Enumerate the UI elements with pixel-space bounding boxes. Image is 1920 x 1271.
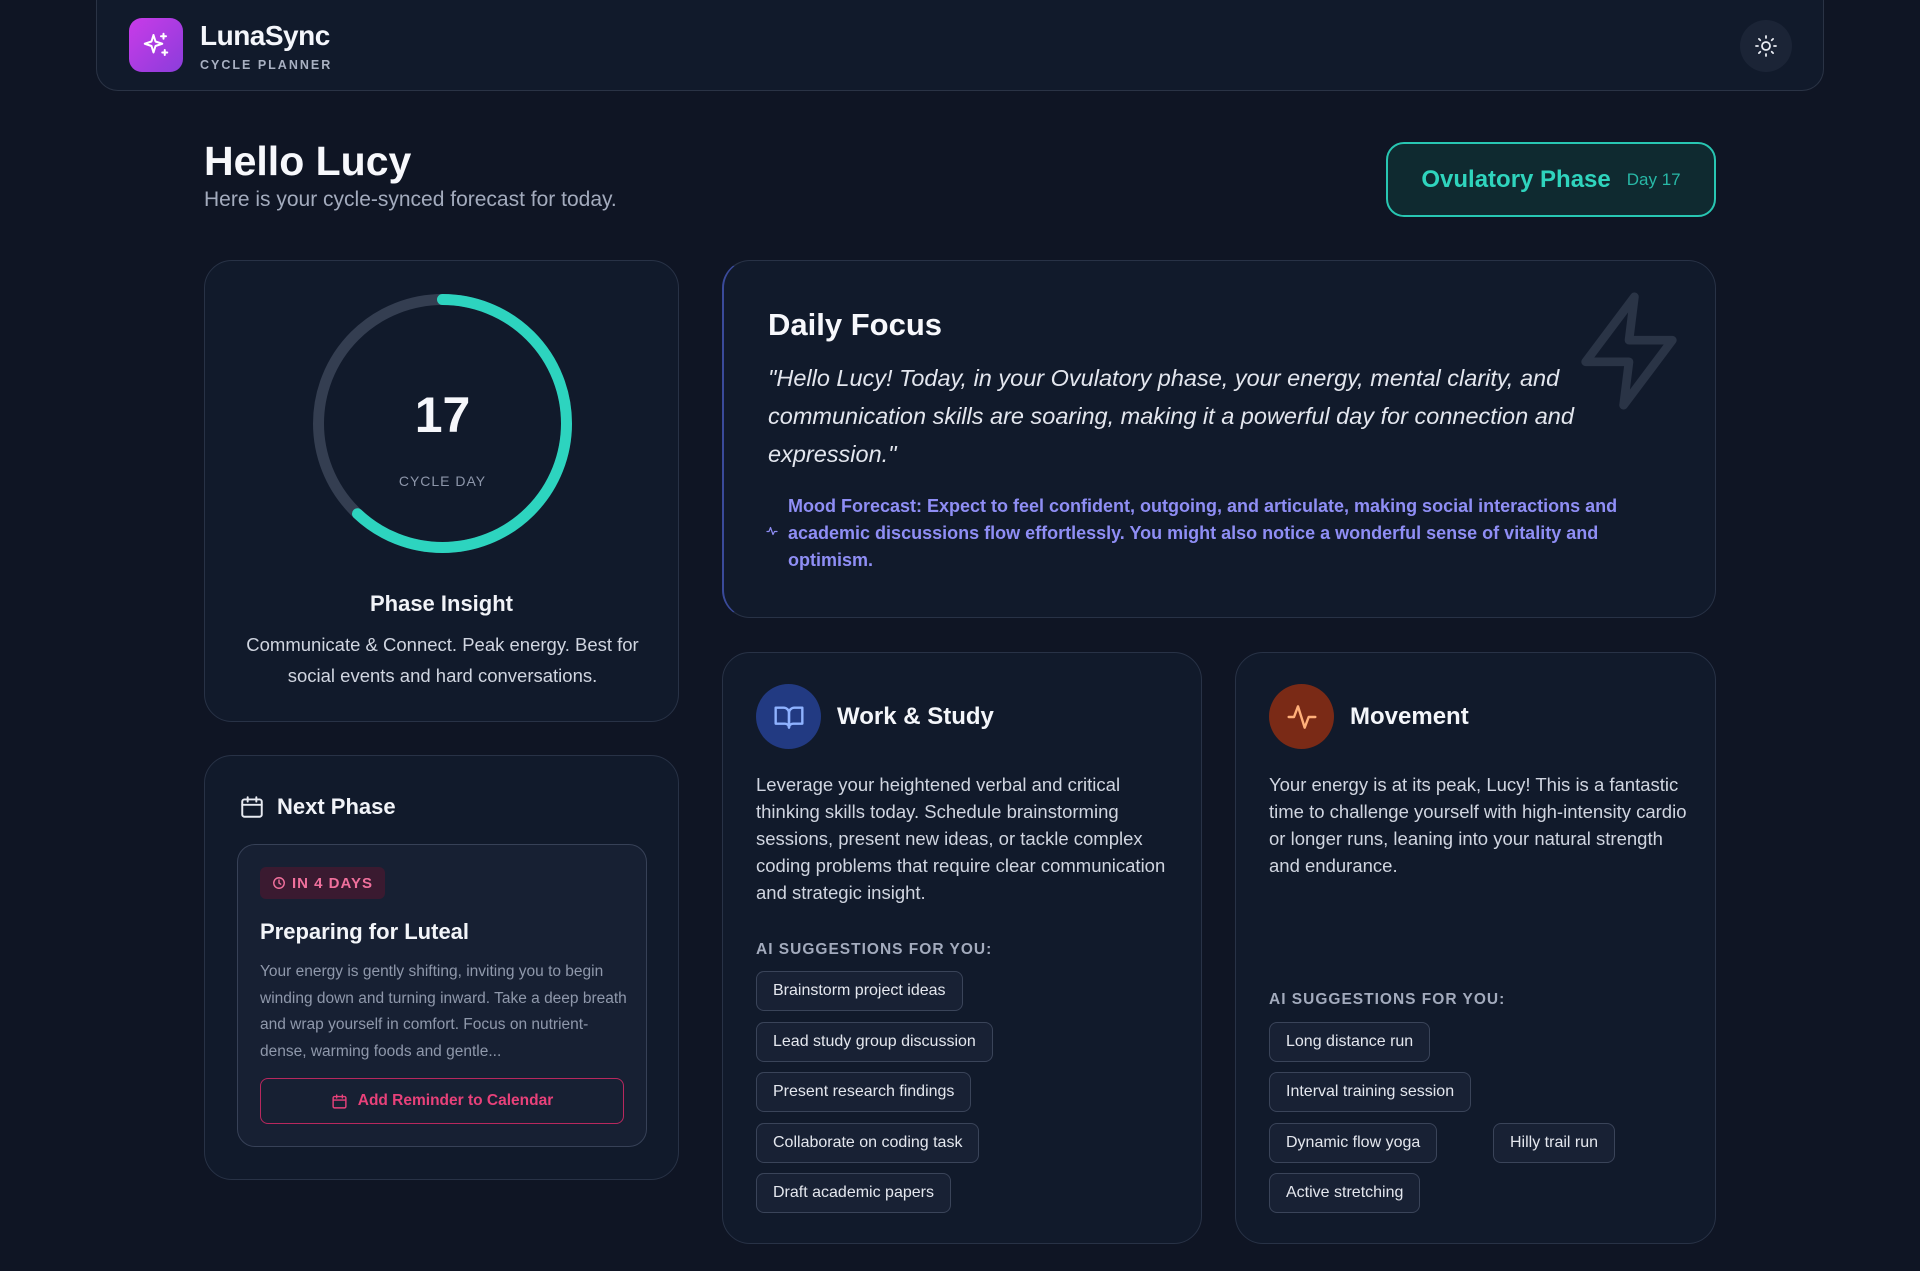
pulse-icon [1269,684,1334,749]
clock-icon [273,877,285,889]
movement-suggestion-chip[interactable]: Active stretching [1269,1173,1421,1213]
calendar-icon [241,796,263,818]
cycle-day-number: 17 [414,387,471,443]
add-reminder-button[interactable]: Add Reminder to Calendar [260,1078,624,1124]
movement-suggestion-chip[interactable]: Long distance run [1269,1022,1431,1062]
movement-suggestions-label: AI SUGGESTIONS FOR YOU: [1269,991,1506,1008]
movement-title: Movement [1350,703,1469,730]
sparkles-icon[interactable] [129,18,183,72]
movement-suggestion-chip[interactable]: Interval training session [1269,1072,1472,1112]
movement-suggestion-chip[interactable]: Dynamic flow yoga [1269,1123,1438,1163]
work-suggestion-chip[interactable]: Brainstorm project ideas [756,971,963,1011]
phase-badge: Ovulatory Phase Day 17 [1386,142,1716,217]
next-phase-card: Next Phase IN 4 DAYS Preparing for Lutea… [204,755,679,1180]
work-study-card: Work & Study Leverage your heightened ve… [722,652,1202,1244]
cycle-progress-ring: 17 CYCLE DAY [310,291,575,556]
next-phase-header: Next Phase [239,794,396,820]
activity-icon [766,526,778,536]
next-phase-panel: IN 4 DAYS Preparing for Luteal Your ener… [237,844,647,1147]
phase-day: Day 17 [1626,169,1681,189]
movement-text: Your energy is at its peak, Lucy! This i… [1269,774,1687,876]
countdown-badge: IN 4 DAYS [260,867,385,899]
work-suggestion-chip[interactable]: Present research findings [756,1072,972,1112]
greeting-title: Hello Lucy [204,138,412,184]
phase-name: Ovulatory Phase [1421,165,1611,193]
next-phase-heading: Preparing for Luteal [260,919,470,944]
daily-focus-quote: "Hello Lucy! Today, in your Ovulatory ph… [768,365,1574,467]
work-suggestion-chip[interactable]: Draft academic papers [756,1173,951,1213]
phase-insight-title: Phase Insight [369,591,514,616]
cycle-day-label: CYCLE DAY [398,473,487,489]
phase-insight-text: Communicate & Connect. Peak energy. Best… [246,634,639,686]
work-study-text: Leverage your heightened verbal and crit… [756,774,1166,903]
greeting-subtitle: Here is your cycle-synced forecast for t… [204,188,617,211]
cycle-day-card: 17 CYCLE DAY Phase Insight Communicate &… [204,260,679,722]
top-bar: LunaSync CYCLE PLANNER [96,0,1824,91]
book-icon [756,684,821,749]
countdown-text: IN 4 DAYS [292,874,373,892]
mood-forecast: Mood Forecast: Expect to feel confident,… [788,496,1618,570]
next-phase-text: Your energy is gently shifting, inviting… [260,963,627,1060]
daily-focus-title: Daily Focus [768,307,942,342]
add-reminder-label: Add Reminder to Calendar [357,1092,554,1109]
work-study-title: Work & Study [837,703,994,730]
movement-suggestion-chip[interactable]: Hilly trail run [1493,1123,1616,1163]
app-subtitle: CYCLE PLANNER [200,58,333,72]
next-phase-title: Next Phase [277,794,396,819]
theme-toggle-button[interactable] [1740,20,1792,72]
movement-card: Movement Your energy is at its peak, Luc… [1235,652,1716,1244]
work-suggestions-label: AI SUGGESTIONS FOR YOU: [756,941,993,958]
calendar-plus-icon [332,1093,347,1109]
app-title: LunaSync [200,20,330,51]
work-suggestion-chip[interactable]: Lead study group discussion [756,1022,993,1062]
daily-focus-card: Daily Focus "Hello Lucy! Today, in your … [722,260,1716,618]
work-suggestion-chip[interactable]: Collaborate on coding task [756,1123,980,1163]
sun-icon [1755,35,1777,57]
